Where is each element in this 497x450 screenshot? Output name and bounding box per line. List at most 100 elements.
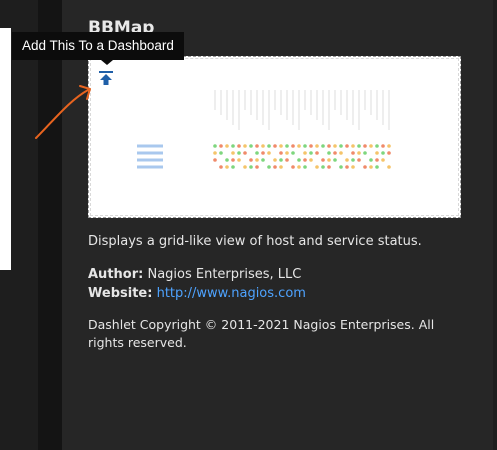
- thumb-status-dot: [225, 158, 229, 162]
- dark-strip: [38, 0, 62, 450]
- thumb-status-dot: [363, 151, 367, 155]
- thumb-status-dot: [231, 158, 235, 162]
- website-row: Website: http://www.nagios.com: [88, 284, 483, 303]
- thumb-status-dot: [213, 158, 217, 162]
- thumb-status-dot: [225, 144, 229, 148]
- thumb-status-dot: [249, 144, 253, 148]
- thumb-status-dot: [315, 144, 319, 148]
- add-to-dashboard-icon[interactable]: [98, 70, 114, 86]
- dashlet-description: Displays a grid-like view of host and se…: [88, 234, 422, 249]
- thumb-status-dot: [285, 158, 289, 162]
- thumb-status-dot: [327, 144, 331, 148]
- thumb-status-dot: [315, 151, 319, 155]
- thumb-status-dot: [285, 144, 289, 148]
- thumb-status-dot: [303, 165, 307, 169]
- thumb-status-dot: [333, 144, 337, 148]
- thumb-status-dot: [231, 165, 235, 169]
- thumb-status-dot: [249, 158, 253, 162]
- thumb-status-dot: [339, 151, 343, 155]
- thumb-status-dot: [327, 165, 331, 169]
- thumb-status-dot: [213, 151, 217, 155]
- copyright-text: Dashlet Copyright © 2011-2021 Nagios Ent…: [88, 317, 435, 350]
- thumb-status-dot: [387, 165, 391, 169]
- thumb-status-dot: [327, 151, 331, 155]
- thumb-host-label: [137, 151, 163, 155]
- thumb-status-dot: [273, 165, 277, 169]
- thumb-status-dot: [303, 158, 307, 162]
- author-row: Author: Nagios Enterprises, LLC: [88, 265, 483, 284]
- thumb-status-dot: [279, 165, 283, 169]
- dashlet-meta: Author: Nagios Enterprises, LLC Website:…: [88, 265, 483, 303]
- thumb-status-dot: [255, 165, 259, 169]
- thumb-status-dot: [321, 158, 325, 162]
- thumb-status-dot: [237, 144, 241, 148]
- thumb-status-dot: [225, 165, 229, 169]
- thumb-status-dot: [255, 158, 259, 162]
- tooltip-arrow: [101, 60, 113, 65]
- thumb-status-dot: [351, 158, 355, 162]
- thumb-status-dot: [273, 158, 277, 162]
- thumb-status-dot: [345, 144, 349, 148]
- thumb-status-dot: [231, 144, 235, 148]
- thumb-status-dot: [261, 144, 265, 148]
- thumb-status-dot: [273, 144, 277, 148]
- left-panel: [0, 28, 11, 270]
- thumb-status-dot: [291, 144, 295, 148]
- thumb-status-dot: [387, 144, 391, 148]
- thumb-status-dot: [297, 144, 301, 148]
- thumb-status-dot: [333, 158, 337, 162]
- thumb-status-dot: [267, 144, 271, 148]
- thumb-status-dot: [375, 158, 379, 162]
- thumb-status-dot: [327, 158, 331, 162]
- thumb-status-dot: [219, 165, 223, 169]
- thumb-host-label: [137, 165, 163, 169]
- thumb-status-dot: [333, 151, 337, 155]
- thumb-status-dot: [369, 144, 373, 148]
- thumb-status-dot: [363, 144, 367, 148]
- thumb-status-dot: [375, 151, 379, 155]
- thumb-status-dot: [387, 151, 391, 155]
- thumb-status-dot: [375, 165, 379, 169]
- thumb-status-dot: [309, 144, 313, 148]
- thumb-status-dot: [381, 144, 385, 148]
- thumb-status-dot: [381, 151, 385, 155]
- thumb-status-dot: [279, 144, 283, 148]
- thumb-status-dot: [213, 144, 217, 148]
- thumb-status-dot: [351, 144, 355, 148]
- thumb-status-dot: [267, 151, 271, 155]
- thumb-status-dot: [297, 158, 301, 162]
- thumb-status-dot: [291, 165, 295, 169]
- thumb-status-dot: [315, 165, 319, 169]
- thumb-status-dot: [303, 151, 307, 155]
- thumb-status-dot: [309, 158, 313, 162]
- thumb-status-dot: [243, 144, 247, 148]
- thumb-status-dot: [363, 165, 367, 169]
- thumb-status-dot: [237, 151, 241, 155]
- thumb-status-dot: [321, 165, 325, 169]
- screen: BBMap Add This To a Dashboard Displays a…: [0, 0, 497, 450]
- thumb-status-dot: [219, 151, 223, 155]
- tooltip: Add This To a Dashboard: [12, 32, 184, 60]
- thumb-status-dot: [375, 144, 379, 148]
- thumb-status-dot: [279, 151, 283, 155]
- author-value: Nagios Enterprises, LLC: [147, 267, 302, 282]
- thumb-status-dot: [291, 151, 295, 155]
- thumb-status-dot: [303, 144, 307, 148]
- thumb-status-dot: [237, 158, 241, 162]
- website-label: Website:: [88, 286, 153, 301]
- annotation-arrow-icon: [35, 85, 91, 139]
- thumb-status-dot: [339, 144, 343, 148]
- website-link[interactable]: http://www.nagios.com: [157, 286, 306, 301]
- thumb-status-dot: [279, 158, 283, 162]
- thumb-status-dot: [285, 151, 289, 155]
- thumb-status-dot: [345, 158, 349, 162]
- thumb-status-dot: [321, 144, 325, 148]
- thumb-status-dot: [381, 158, 385, 162]
- thumb-status-dot: [261, 158, 265, 162]
- thumb-status-dot: [243, 151, 247, 155]
- thumb-status-dot: [339, 165, 343, 169]
- thumb-status-dot: [345, 165, 349, 169]
- thumb-status-dot: [309, 151, 313, 155]
- thumb-status-dot: [267, 165, 271, 169]
- thumb-host-label: [137, 158, 163, 162]
